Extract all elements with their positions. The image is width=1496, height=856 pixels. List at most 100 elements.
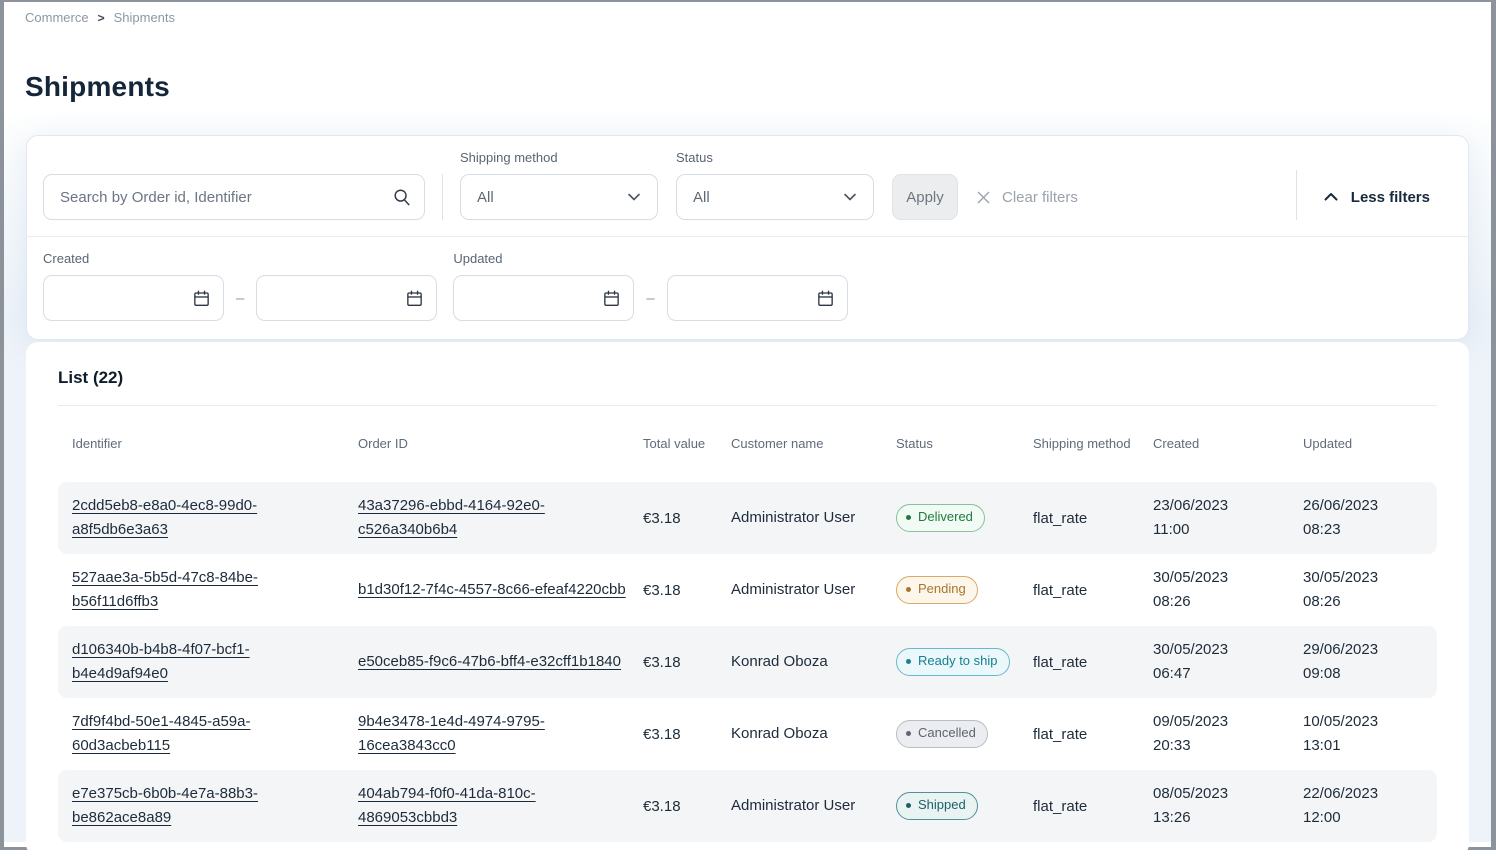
status-value: All — [693, 189, 710, 206]
table-header: Identifier Order ID Total value Customer… — [58, 406, 1437, 482]
status-badge-label: Cancelled — [918, 725, 976, 741]
shipping-method: flat_rate — [1033, 498, 1153, 539]
shipping-method-value: All — [477, 189, 494, 206]
range-separator: – — [236, 290, 244, 307]
column-header-total-value: Total value — [643, 434, 731, 454]
status-badge-label: Ready to ship — [918, 653, 998, 669]
created-datetime: 23/06/202311:00 — [1153, 482, 1303, 554]
created-to-input[interactable] — [271, 290, 381, 307]
search-icon[interactable] — [392, 187, 412, 207]
table-row: d106340b-b4b8-4f07-bcf1-b4e4d9af94e0 e50… — [58, 626, 1437, 698]
created-from-field[interactable] — [43, 275, 224, 321]
shipments-list-panel: List (22) Identifier Order ID Total valu… — [26, 342, 1469, 856]
order-id-link[interactable]: 404ab794-f0f0-41da-810c-4869053cbbd3 — [358, 785, 536, 826]
shipping-method-select[interactable]: All — [460, 174, 658, 220]
column-header-created: Created — [1153, 434, 1303, 454]
status-dot-icon — [906, 731, 911, 736]
status-badge: Shipped — [896, 792, 978, 819]
status-dot-icon — [906, 587, 911, 592]
column-header-identifier: Identifier — [58, 434, 358, 454]
status-badge-label: Pending — [918, 581, 966, 597]
order-id-link[interactable]: e50ceb85-f9c6-47b6-bff4-e32cff1b1840 — [358, 653, 621, 670]
status-dot-icon — [906, 803, 911, 808]
updated-datetime: 29/06/202309:08 — [1303, 626, 1440, 698]
order-id-link[interactable]: 43a37296-ebbd-4164-92e0-c526a340b6b4 — [358, 497, 545, 538]
updated-to-input[interactable] — [682, 290, 792, 307]
less-filters-toggle[interactable]: Less filters — [1321, 174, 1430, 220]
total-value: €3.18 — [643, 786, 731, 827]
close-icon — [974, 188, 993, 207]
less-filters-label: Less filters — [1351, 189, 1430, 206]
search-box[interactable] — [43, 174, 425, 220]
status-badge: Pending — [896, 576, 978, 603]
clear-filters-label: Clear filters — [1002, 189, 1078, 206]
shipping-method-label: Shipping method — [460, 150, 658, 165]
identifier-link[interactable]: d106340b-b4b8-4f07-bcf1-b4e4d9af94e0 — [72, 641, 250, 682]
updated-datetime: 22/06/202312:00 — [1303, 770, 1440, 842]
table-row: 7df9f4bd-50e1-4845-a59a-60d3acbeb115 9b4… — [58, 698, 1437, 770]
range-separator: – — [646, 290, 654, 307]
apply-button[interactable]: Apply — [892, 174, 958, 220]
list-title: List (22) — [58, 368, 1437, 388]
updated-range-label: Updated — [453, 251, 847, 266]
chevron-down-icon — [625, 188, 643, 206]
column-header-order-id: Order ID — [358, 434, 643, 454]
shipping-method: flat_rate — [1033, 570, 1153, 611]
updated-from-input[interactable] — [468, 290, 578, 307]
customer-name: Konrad Oboza — [731, 638, 896, 686]
status-dot-icon — [906, 515, 911, 520]
identifier-link[interactable]: 7df9f4bd-50e1-4845-a59a-60d3acbeb115 — [72, 713, 250, 754]
status-badge: Cancelled — [896, 720, 988, 747]
updated-to-field[interactable] — [667, 275, 848, 321]
customer-name: Administrator User — [731, 566, 896, 614]
chevron-down-icon — [841, 188, 859, 206]
status-badge: Delivered — [896, 504, 985, 531]
status-badge-label: Delivered — [918, 509, 973, 525]
shipping-method: flat_rate — [1033, 642, 1153, 683]
status-label: Status — [676, 150, 874, 165]
shipping-method: flat_rate — [1033, 714, 1153, 755]
identifier-link[interactable]: e7e375cb-6b0b-4e7a-88b3-be862ace8a89 — [72, 785, 258, 826]
table-row: 527aae3a-5b5d-47c8-84be-b56f11d6ffb3 b1d… — [58, 554, 1437, 626]
search-input[interactable] — [60, 189, 392, 206]
status-dot-icon — [906, 659, 911, 664]
status-select[interactable]: All — [676, 174, 874, 220]
clear-filters-button[interactable]: Clear filters — [974, 174, 1078, 220]
order-id-link[interactable]: b1d30f12-7f4c-4557-8c66-efeaf4220cbb — [358, 581, 626, 598]
page-title: Shipments — [4, 25, 1491, 103]
updated-datetime: 26/06/202308:23 — [1303, 482, 1440, 554]
created-datetime: 30/05/202306:47 — [1153, 626, 1303, 698]
calendar-icon[interactable] — [602, 289, 621, 308]
breadcrumb-shipments[interactable]: Shipments — [114, 10, 175, 25]
identifier-link[interactable]: 2cdd5eb8-e8a0-4ec8-99d0-a8f5db6e3a63 — [72, 497, 257, 538]
customer-name: Administrator User — [731, 782, 896, 830]
table-row: 2cdd5eb8-e8a0-4ec8-99d0-a8f5db6e3a63 43a… — [58, 482, 1437, 554]
table-body: 2cdd5eb8-e8a0-4ec8-99d0-a8f5db6e3a63 43a… — [58, 482, 1437, 842]
main-content: Shipping method All Status All — [4, 117, 1491, 842]
created-to-field[interactable] — [256, 275, 437, 321]
updated-datetime: 10/05/202313:01 — [1303, 698, 1440, 770]
created-datetime: 09/05/202320:33 — [1153, 698, 1303, 770]
order-id-link[interactable]: 9b4e3478-1e4d-4974-9795-16cea3843cc0 — [358, 713, 545, 754]
calendar-icon[interactable] — [816, 289, 835, 308]
breadcrumb-commerce[interactable]: Commerce — [25, 10, 89, 25]
updated-datetime: 30/05/202308:26 — [1303, 554, 1440, 626]
total-value: €3.18 — [643, 570, 731, 611]
status-badge-label: Shipped — [918, 797, 966, 813]
filters-panel: Shipping method All Status All — [26, 135, 1469, 340]
column-header-shipping-method: Shipping method — [1033, 434, 1153, 454]
calendar-icon[interactable] — [405, 289, 424, 308]
identifier-link[interactable]: 527aae3a-5b5d-47c8-84be-b56f11d6ffb3 — [72, 569, 258, 610]
column-header-customer-name: Customer name — [731, 434, 896, 454]
created-datetime: 08/05/202313:26 — [1153, 770, 1303, 842]
created-from-input[interactable] — [58, 290, 168, 307]
shipping-method: flat_rate — [1033, 786, 1153, 827]
updated-from-field[interactable] — [453, 275, 634, 321]
breadcrumb-separator: > — [98, 11, 105, 25]
breadcrumb: Commerce > Shipments — [4, 2, 1491, 25]
total-value: €3.18 — [643, 498, 731, 539]
status-badge: Ready to ship — [896, 648, 1010, 675]
customer-name: Administrator User — [731, 494, 896, 542]
total-value: €3.18 — [643, 714, 731, 755]
calendar-icon[interactable] — [192, 289, 211, 308]
